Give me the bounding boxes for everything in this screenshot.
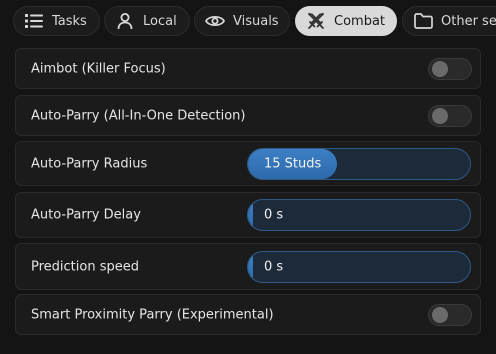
tab-label: Visuals: [233, 13, 279, 29]
toggle-knob: [432, 306, 448, 323]
slider-value: 15 Studs: [264, 156, 322, 171]
auto-parry-toggle[interactable]: [428, 104, 472, 127]
setting-row-auto-parry-radius: Auto-Parry Radius 15 Studs: [15, 141, 481, 186]
aimbot-toggle[interactable]: [428, 57, 472, 80]
setting-label: Aimbot (Killer Focus): [31, 61, 166, 76]
folder-icon: [413, 11, 433, 31]
tab-label: Combat: [334, 13, 386, 29]
setting-row-smart-proximity-parry: Smart Proximity Parry (Experimental): [15, 294, 481, 335]
list-icon: [24, 11, 44, 31]
tab-label: Local: [143, 13, 177, 29]
setting-row-aimbot: Aimbot (Killer Focus): [15, 48, 481, 89]
toggle-knob: [432, 60, 448, 77]
tab-label: Other se: [441, 13, 496, 29]
tab-bar: Tasks Local Visuals Combat Other se: [0, 0, 496, 42]
setting-label: Prediction speed: [31, 259, 139, 274]
slider-fill: [248, 251, 253, 282]
tab-label: Tasks: [52, 13, 87, 29]
slider-value: 0 s: [264, 259, 284, 274]
tab-visuals[interactable]: Visuals: [194, 6, 290, 36]
tab-other-settings[interactable]: Other se: [402, 6, 496, 36]
tab-local[interactable]: Local: [104, 6, 190, 36]
setting-label: Auto-Parry Delay: [31, 207, 141, 223]
smart-proximity-parry-toggle[interactable]: [428, 303, 472, 326]
tab-tasks[interactable]: Tasks: [13, 6, 100, 36]
setting-row-auto-parry-delay: Auto-Parry Delay 0 s: [15, 192, 481, 238]
setting-label: Auto-Parry Radius: [31, 156, 148, 171]
eye-icon: [205, 11, 225, 31]
auto-parry-radius-slider[interactable]: 15 Studs: [247, 147, 471, 180]
slider-fill: [248, 200, 253, 230]
setting-label: Smart Proximity Parry (Experimental): [31, 307, 274, 322]
slider-value: 0 s: [264, 207, 284, 223]
toggle-knob: [432, 107, 448, 124]
crossed-swords-icon: [306, 11, 326, 31]
setting-label: Auto-Parry (All-In-One Detection): [31, 108, 246, 123]
user-icon: [115, 11, 135, 31]
prediction-speed-slider[interactable]: 0 s: [247, 250, 471, 283]
tab-combat[interactable]: Combat: [295, 6, 397, 36]
setting-row-prediction-speed: Prediction speed 0 s: [15, 243, 481, 290]
setting-row-auto-parry: Auto-Parry (All-In-One Detection): [15, 95, 481, 136]
auto-parry-delay-slider[interactable]: 0 s: [247, 199, 471, 231]
